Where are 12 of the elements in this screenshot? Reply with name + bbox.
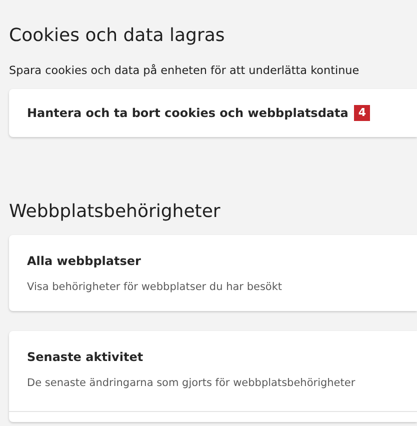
- settings-card[interactable]: Hantera och ta bort cookies och webbplatsdata 4: [9, 89, 417, 137]
- settings-card[interactable]: Alla webbplatser Visa behörigheter för webbplatser du har besökt: [9, 235, 417, 311]
- section-heading: Webbplatsbehörigheter: [9, 200, 222, 224]
- card-title: Senaste aktivitet: [27, 350, 144, 364]
- card-title: Hantera och ta bort cookies och webbplatsdata: [27, 106, 348, 120]
- count-badge: 4: [354, 105, 370, 121]
- settings-card[interactable]: Senaste aktivitet De senaste ändringarna som gjorts för webbplatsbehörigheter: [9, 331, 417, 422]
- section-description: Spara cookies och data på enheten för att underlätta kontinue: [9, 63, 360, 79]
- card-title: Alla webbplatser: [27, 254, 141, 268]
- card-subtitle: De senaste ändringarna som gjorts för webbplatsbehörigheter: [27, 377, 356, 389]
- section-heading: Cookies och data lagras: [9, 24, 226, 48]
- card-subtitle: Visa behörigheter för webbplatser du har besökt: [27, 281, 284, 293]
